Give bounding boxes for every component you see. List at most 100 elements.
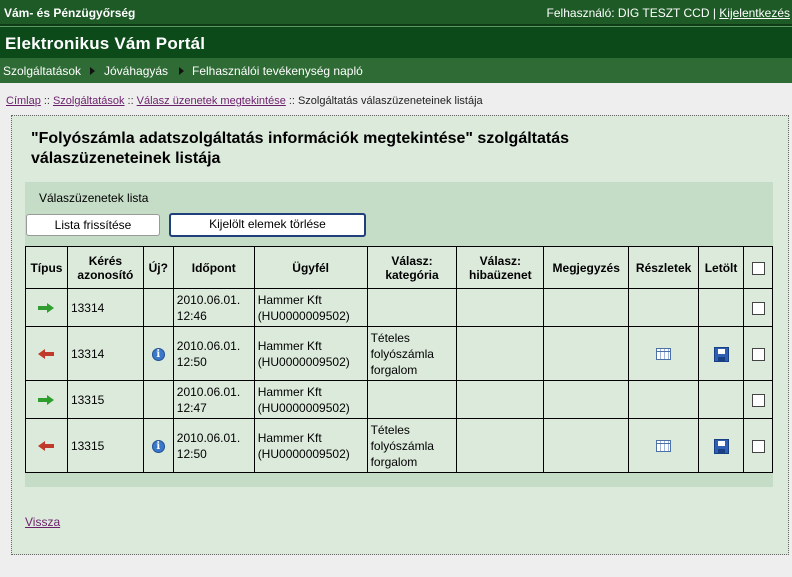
cell-select	[743, 326, 773, 381]
col-header-select-all	[743, 246, 773, 289]
cell-client: Hammer Kft (HU0000009502)	[253, 380, 368, 419]
cell-request-id: 13314	[66, 288, 144, 327]
page-title-line-1: "Folyószámla adatszolgáltatás információ…	[31, 130, 570, 147]
cell-type	[25, 288, 68, 327]
top-bar: Vám- és Pénzügyőrség Felhasználó: DIG TE…	[0, 0, 792, 26]
cell-type	[25, 326, 68, 381]
details-icon[interactable]	[656, 440, 672, 453]
cell-download	[698, 380, 745, 419]
cell-error	[456, 380, 545, 419]
table-header-row: Típus Kérés azonosító Új? Időpont Ügyfél …	[25, 246, 773, 289]
breadcrumb-current: Szolgáltatás válaszüzeneteinek listája	[297, 95, 483, 107]
cell-category: Tételes folyószámla forgalom	[366, 326, 458, 381]
nav-item-approval[interactable]: Jóváhagyás	[104, 64, 168, 78]
cell-select	[743, 380, 773, 419]
col-header-request-id-line-2: azonosító	[77, 267, 134, 282]
cell-category	[366, 380, 458, 419]
new-info-icon: i	[151, 439, 165, 453]
page-title-line-2: válaszüzeneteinek listája	[31, 150, 221, 167]
cell-note	[543, 326, 630, 381]
outgoing-arrow-icon	[38, 441, 55, 452]
table-row: 13315 2010.06.01. 12:47 Hammer Kft (HU0000…	[25, 380, 773, 419]
select-all-checkbox[interactable]	[751, 261, 765, 275]
cell-date: 2010.06.01.	[176, 338, 241, 353]
row-checkbox[interactable]	[751, 301, 765, 315]
cell-date: 2010.06.01.	[176, 384, 241, 399]
page-title: "Folyószámla adatszolgáltatás információ…	[31, 129, 731, 169]
cell-new: i	[142, 418, 174, 473]
col-header-error-line-2: hibaüzenet	[469, 267, 532, 282]
cell-category-line-1: Tételes	[370, 330, 410, 345]
cell-note	[543, 288, 630, 327]
col-header-type: Típus	[25, 246, 68, 289]
cell-date: 2010.06.01.	[176, 430, 241, 445]
cell-hour: 12:50	[176, 354, 207, 369]
cell-client-id: (HU0000009502)	[257, 308, 350, 323]
cell-category-line-3: forgalom	[370, 362, 418, 377]
cell-category	[366, 288, 458, 327]
back-link[interactable]: Vissza	[25, 515, 60, 529]
cell-hour: 12:46	[176, 308, 207, 323]
cell-new: i	[142, 326, 174, 381]
incoming-arrow-icon	[38, 395, 55, 406]
cell-select	[743, 418, 773, 473]
cell-time: 2010.06.01. 12:46	[172, 288, 255, 327]
col-header-error-line-1: Válasz:	[479, 253, 522, 268]
col-header-category: Válasz: kategória	[366, 246, 458, 289]
list-title: Válaszüzenetek lista	[39, 191, 149, 205]
cell-client: Hammer Kft (HU0000009502)	[253, 418, 368, 473]
cell-time: 2010.06.01. 12:50	[172, 418, 255, 473]
cell-details	[628, 326, 700, 381]
organization-name: Vám- és Pénzügyőrség	[4, 6, 136, 20]
row-checkbox[interactable]	[751, 393, 765, 407]
cell-type	[25, 380, 68, 419]
cell-client-name: Hammer Kft	[257, 292, 322, 307]
cell-request-id: 13315	[66, 418, 144, 473]
cell-client-name: Hammer Kft	[257, 384, 322, 399]
cell-client-id: (HU0000009502)	[257, 446, 350, 461]
breadcrumb-home[interactable]: Címlap	[6, 95, 41, 107]
details-icon[interactable]	[656, 348, 672, 361]
nav-arrow-icon	[179, 67, 184, 75]
cell-client: Hammer Kft (HU0000009502)	[253, 288, 368, 327]
refresh-list-button[interactable]: Lista frissítése	[26, 214, 160, 236]
cell-request-id: 13315	[66, 380, 144, 419]
cell-details	[628, 380, 700, 419]
cell-client-name: Hammer Kft	[257, 430, 322, 445]
logout-link[interactable]: Kijelentkezés	[719, 6, 790, 20]
col-header-note: Megjegyzés	[543, 246, 630, 289]
col-header-details: Részletek	[628, 246, 700, 289]
cell-category-line-2: folyószámla	[370, 346, 434, 361]
cell-category: Tételes folyószámla forgalom	[366, 418, 458, 473]
user-info: Felhasználó: DIG TESZT CCD | Kijelentkez…	[547, 6, 790, 20]
breadcrumb: Címlap:: Szolgáltatások:: Válasz üzenetek …	[6, 95, 483, 107]
response-list-box: Válaszüzenetek lista Lista frissítése Ki…	[25, 182, 773, 487]
cell-error	[456, 288, 545, 327]
cell-error	[456, 418, 545, 473]
cell-time: 2010.06.01. 12:47	[172, 380, 255, 419]
cell-client-name: Hammer Kft	[257, 338, 322, 353]
cell-category-line-3: forgalom	[370, 454, 418, 469]
row-checkbox[interactable]	[751, 347, 765, 361]
main-nav: Szolgáltatások Jóváhagyás Felhasználói t…	[0, 58, 792, 83]
cell-category-line-2: folyószámla	[370, 438, 434, 453]
cell-download	[698, 326, 745, 381]
row-checkbox[interactable]	[751, 439, 765, 453]
download-icon[interactable]	[713, 438, 729, 454]
breadcrumb-responses[interactable]: Válasz üzenetek megtekintése	[137, 95, 286, 107]
col-header-download: Letölt	[698, 246, 745, 289]
cell-new	[142, 380, 174, 419]
col-header-category-line-1: Válasz:	[391, 253, 433, 268]
download-icon[interactable]	[713, 346, 729, 362]
content-panel: "Folyószámla adatszolgáltatás információ…	[11, 115, 789, 555]
cell-type	[25, 418, 68, 473]
cell-error	[456, 326, 545, 381]
nav-item-services[interactable]: Szolgáltatások	[3, 64, 81, 78]
nav-item-activity-log[interactable]: Felhasználói tevékenység napló	[192, 64, 363, 78]
cell-new	[142, 288, 174, 327]
breadcrumb-services[interactable]: Szolgáltatások	[53, 95, 125, 107]
cell-download	[698, 418, 745, 473]
delete-selected-button[interactable]: Kijelölt elemek törlése	[169, 213, 366, 237]
response-table: Típus Kérés azonosító Új? Időpont Ügyfél …	[25, 246, 773, 473]
table-row: 13315 i 2010.06.01. 12:50 Hammer Kft (HU00…	[25, 418, 773, 473]
